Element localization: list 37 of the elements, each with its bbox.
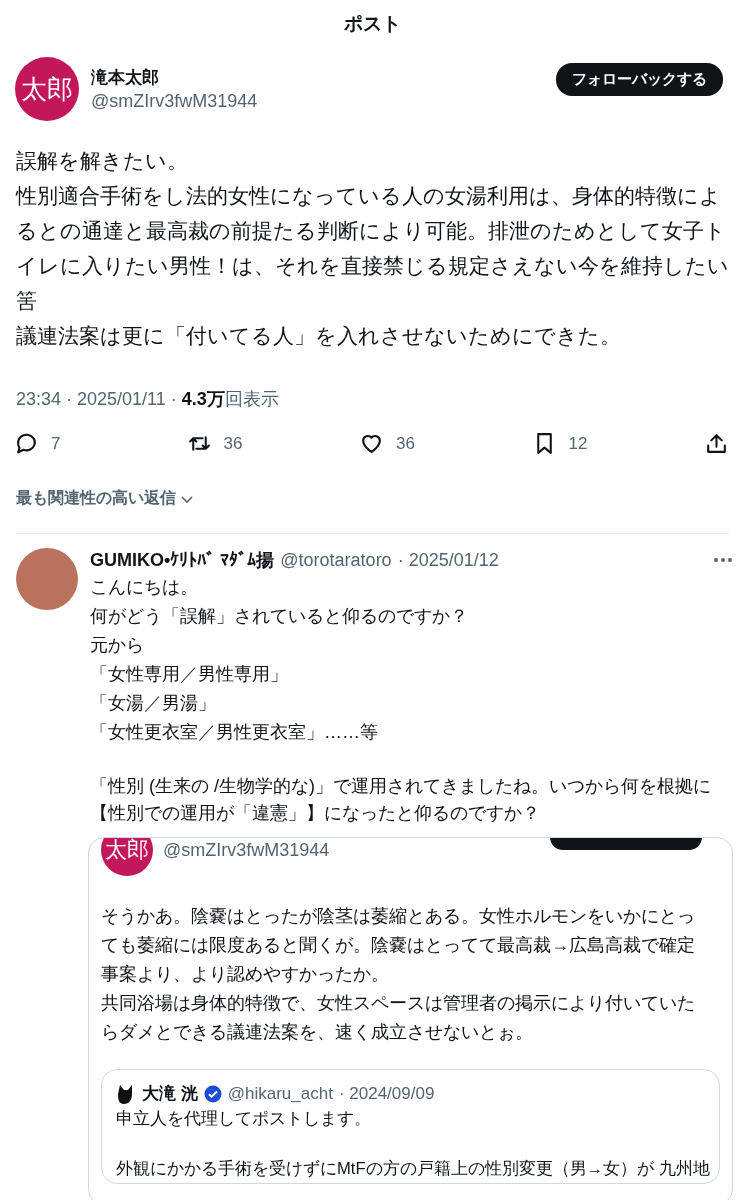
comment-icon [14, 431, 39, 456]
page-title: ポスト [344, 12, 401, 36]
post-text: 性別適合手術をし法的女性になっている人の女湯利用は、身体的特徴によるとの通達と最高裁の前提たる判断により可能。排泄のためとして女子トイレに入りたい男性！は、それを直接禁じる規定さえない今を維持したい筈 [14, 183, 730, 314]
post-meta: 23:34 · 2025/01/11 · 4.3万回表示 [15, 388, 280, 411]
post-text: 誤解を解きたい。 [15, 148, 189, 174]
reply-button[interactable]: 7 [14, 431, 144, 456]
reply-author-handle[interactable]: @torotaratoro [280, 549, 392, 571]
nested-post-text: 申立人を代理してポストします。 [116, 1108, 372, 1130]
reply-text: 「女性専用／男性専用」 [90, 663, 289, 686]
reply-author-name[interactable]: GUMIKO•ｹﾘﾄﾊﾞ ﾏﾀﾞﾑ揚 [90, 548, 275, 572]
avatar[interactable]: 太郎 [15, 57, 79, 121]
bookmark-button[interactable]: 12 [531, 431, 662, 456]
repost-button[interactable]: 36 [186, 431, 317, 456]
post-text: 議連法案は更に「付いてる人」を入れさせないためにできた。 [15, 323, 622, 349]
reply-date: · 2025/01/12 [397, 549, 499, 571]
reply-text: 「女性更衣室／男性更衣室」……等 [90, 721, 379, 744]
reply-text: 「性別 (生来の /生物学的な)」で運用されてきましたね。いつから何を根拠に【性別での運用が「違憲」】になったと仰るのですか？ [90, 775, 712, 825]
nested-quote-card[interactable]: 大滝 洸 @hikaru_acht · 2024/09/09 申立人を代理してポストします。 外観にかかる手術を受けずにMtFの方の戸籍上の性別変更（男→女）が 九州地 [101, 1069, 720, 1184]
quoted-author-handle: @smZIrv3fwM31944 [163, 839, 330, 861]
nested-post-date: · 2024/09/09 [338, 1083, 435, 1104]
reply-text: 元から [90, 634, 145, 657]
quoted-post-text: そうかあ。陰嚢はとったが陰茎は萎縮とある。女性ホルモンをいかにとっても萎縮には限度あると聞くが。陰嚢はとってて最高裁→広島高裁で確定事案より、より認めやすかったか。 [101, 905, 696, 986]
reply-text: 何がどう「誤解」されていると仰るのですか？ [90, 605, 469, 628]
quoted-post-text: 共同浴場は身体的特徴で、女性スペースは管理者の掲示により付いていたらダメとできる議連法案を、速く成立させないとぉ。 [101, 992, 696, 1044]
nested-author-handle: @hikaru_acht [227, 1083, 333, 1104]
author-name[interactable]: 滝本太郎 [91, 66, 544, 89]
avatar: 太郎 [101, 838, 153, 876]
reply-text: こんにちは。 [90, 576, 199, 599]
nested-author-name: 大滝 洸 [142, 1083, 198, 1105]
follow-back-button[interactable]: フォローバックする [556, 63, 723, 96]
more-icon[interactable] [713, 557, 733, 563]
author-handle[interactable]: @smZIrv3fwM31944 [91, 91, 544, 112]
share-button[interactable] [704, 431, 729, 456]
reply-text: 「女湯／男湯」 [90, 692, 217, 715]
share-icon [704, 431, 729, 456]
like-button[interactable]: 36 [359, 431, 489, 456]
reply-sort-dropdown[interactable]: 最も関連性の高い返信 [16, 488, 194, 509]
